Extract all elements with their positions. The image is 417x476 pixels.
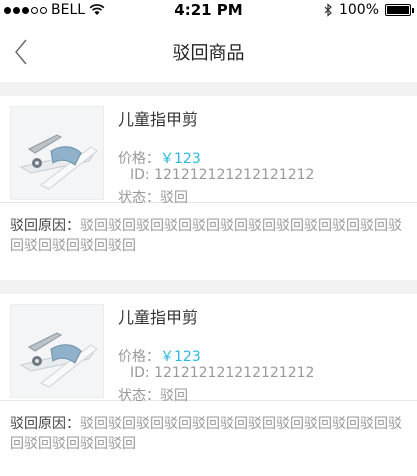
- reject-reason: 驳回原因：驳回驳回驳回驳回驳回驳回驳回驳回驳回驳回驳回驳回驳回驳回驳回驳回: [0, 404, 417, 454]
- battery-icon: [385, 4, 414, 16]
- id-value: 121212121212121212: [154, 365, 315, 381]
- status-line: 状态：驳回: [118, 187, 188, 207]
- price-line: 价格：￥123: [118, 346, 201, 366]
- page-title: 驳回商品: [172, 43, 245, 64]
- nav-bar: 驳回商品: [0, 22, 417, 82]
- product-image: [10, 304, 104, 398]
- product-name: 儿童指甲剪: [118, 308, 199, 327]
- back-button[interactable]: [6, 36, 36, 68]
- chevron-left-icon: [15, 39, 27, 65]
- id-label: ID:: [130, 167, 150, 183]
- status-bar: BELL 4:21 PM 100%: [0, 0, 417, 22]
- price-label: 价格：: [118, 151, 160, 167]
- reject-reason-label: 驳回原因：: [10, 218, 80, 234]
- nail-clipper-icon: [11, 107, 103, 199]
- id-line: ID: 121212121212121212: [118, 167, 314, 183]
- status-line: 状态：驳回: [118, 385, 188, 405]
- reject-reason: 驳回原因：驳回驳回驳回驳回驳回驳回驳回驳回驳回驳回驳回驳回驳回驳回驳回驳回: [0, 206, 417, 256]
- rejected-item-card[interactable]: 儿童指甲剪 价格：￥123 ID: 121212121212121212 状态：…: [0, 294, 417, 476]
- id-line: ID: 121212121212121212: [118, 365, 314, 381]
- price-value: ￥123: [160, 349, 201, 365]
- id-value: 121212121212121212: [154, 167, 315, 183]
- product-row[interactable]: 儿童指甲剪 价格：￥123 ID: 121212121212121212 状态：…: [0, 294, 417, 404]
- id-label: ID:: [130, 365, 150, 381]
- nail-clipper-icon: [11, 305, 103, 397]
- price-label: 价格：: [118, 349, 160, 365]
- status-right: 100%: [324, 2, 414, 18]
- rejected-item-card[interactable]: 儿童指甲剪 价格：￥123 ID: 121212121212121212 状态：…: [0, 96, 417, 276]
- product-row[interactable]: 儿童指甲剪 价格：￥123 ID: 121212121212121212 状态：…: [0, 96, 417, 206]
- bluetooth-icon: [324, 3, 332, 17]
- status-label: 状态：: [118, 190, 160, 206]
- section-divider: [0, 82, 417, 96]
- product-name: 儿童指甲剪: [118, 110, 199, 129]
- price-line: 价格：￥123: [118, 148, 201, 168]
- product-image: [10, 106, 104, 200]
- status-value: 驳回: [160, 388, 188, 404]
- reject-reason-label: 驳回原因：: [10, 416, 80, 432]
- price-value: ￥123: [160, 151, 201, 167]
- status-value: 驳回: [160, 190, 188, 206]
- battery-percent: 100%: [338, 2, 379, 18]
- status-label: 状态：: [118, 388, 160, 404]
- section-divider: [0, 280, 417, 294]
